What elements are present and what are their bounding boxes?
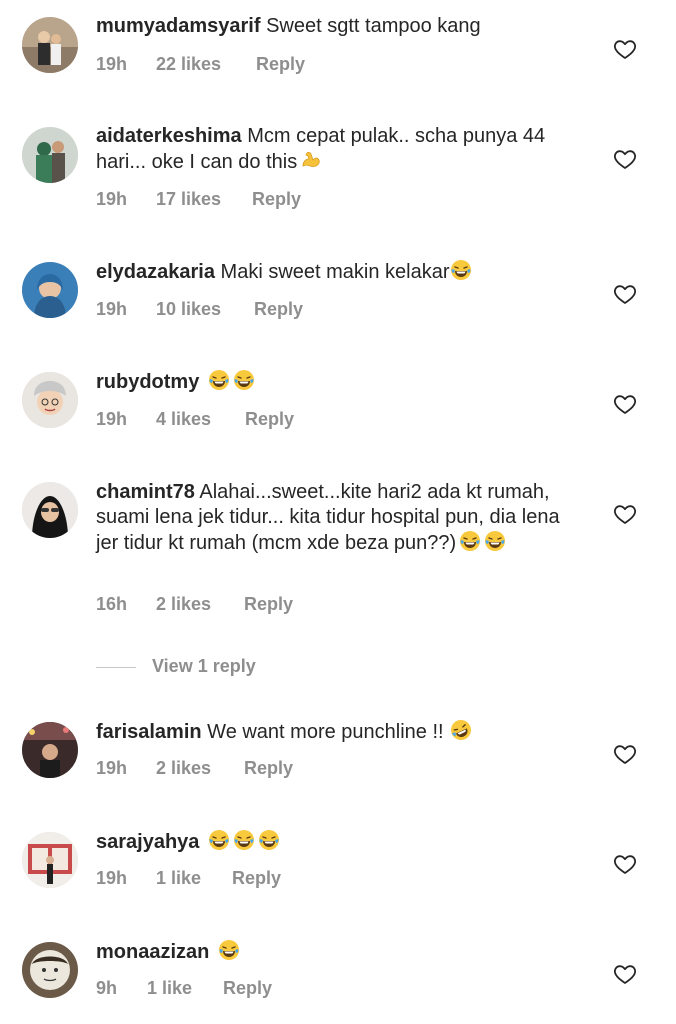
comment-body: sarajyahya (96, 829, 586, 855)
comment-time: 9h (96, 978, 118, 998)
tears-of-joy-icon (233, 829, 255, 851)
reply-button[interactable]: Reply (254, 299, 303, 320)
view-replies-button[interactable]: View 1 reply (96, 656, 256, 677)
comment-username[interactable]: monaazizan (96, 941, 209, 963)
avatar[interactable] (22, 127, 78, 183)
comment-body: rubydotmy (96, 369, 586, 395)
heart-outline-icon[interactable] (613, 147, 637, 171)
comment-likes[interactable]: 17 likes (156, 189, 252, 210)
avatar[interactable] (22, 832, 78, 888)
comment-likes[interactable]: 10 likes (156, 299, 254, 320)
comment-time: 19h (96, 868, 128, 888)
heart-outline-icon[interactable] (613, 742, 637, 766)
comment-meta: 19h 17 likes Reply (96, 189, 301, 210)
avatar[interactable] (22, 262, 78, 318)
heart-outline-icon[interactable] (613, 282, 637, 306)
comment-likes[interactable]: 2 likes (156, 594, 244, 615)
comment-meta: 9h 1 like Reply (96, 978, 272, 999)
comment-body: monaazizan (96, 939, 586, 965)
tears-of-joy-icon (233, 369, 255, 391)
comment-time: 16h (96, 594, 128, 614)
divider-line (96, 666, 136, 668)
comment-meta: 16h 2 likes Reply (96, 594, 293, 615)
reply-button[interactable]: Reply (223, 978, 272, 999)
comment-meta: 19h 2 likes Reply (96, 758, 293, 779)
comment-likes[interactable]: 22 likes (156, 54, 256, 75)
tears-of-joy-icon (459, 530, 481, 552)
comment-time: 19h (96, 758, 128, 778)
comment-body: farisalamin We want more punchline !! (96, 719, 586, 745)
avatar[interactable] (22, 17, 78, 73)
comment-time: 19h (96, 409, 128, 429)
comment-username[interactable]: farisalamin (96, 721, 202, 743)
comment-time: 19h (96, 189, 128, 209)
comment-meta: 19h 22 likes Reply (96, 54, 305, 75)
reply-button[interactable]: Reply (245, 409, 294, 430)
heart-outline-icon[interactable] (613, 392, 637, 416)
comment-likes[interactable]: 1 like (147, 978, 223, 999)
tears-of-joy-icon (484, 530, 506, 552)
flexed-biceps-icon (300, 149, 322, 171)
rolling-on-floor-laughing-icon (450, 719, 472, 741)
avatar[interactable] (22, 482, 78, 538)
tears-of-joy-icon (208, 829, 230, 851)
comment-meta: 19h 10 likes Reply (96, 299, 303, 320)
heart-outline-icon[interactable] (613, 962, 637, 986)
comment-meta: 19h 4 likes Reply (96, 409, 294, 430)
avatar[interactable] (22, 942, 78, 998)
reply-button[interactable]: Reply (232, 868, 281, 889)
tears-of-joy-icon (450, 259, 472, 281)
reply-button[interactable]: Reply (244, 758, 293, 779)
comment-text: Sweet sgtt tampoo kang (266, 15, 481, 37)
heart-outline-icon[interactable] (613, 37, 637, 61)
avatar[interactable] (22, 722, 78, 778)
comment-time: 19h (96, 54, 128, 74)
comment-body: aidaterkeshima Mcm cepat pulak.. scha pu… (96, 124, 586, 175)
comment-body: elydazakaria Maki sweet makin kelakar (96, 259, 586, 285)
comment-text: Maki sweet makin kelakar (220, 261, 450, 283)
reply-button[interactable]: Reply (256, 54, 305, 75)
reply-button[interactable]: Reply (252, 189, 301, 210)
comment-username[interactable]: rubydotmy (96, 371, 199, 393)
heart-outline-icon[interactable] (613, 502, 637, 526)
tears-of-joy-icon (258, 829, 280, 851)
comment-username[interactable]: mumyadamsyarif (96, 15, 261, 37)
tears-of-joy-icon (208, 369, 230, 391)
comment-body: mumyadamsyarif Sweet sgtt tampoo kang (96, 14, 586, 39)
comment-username[interactable]: elydazakaria (96, 261, 215, 283)
comment-text: We want more punchline !! (207, 721, 444, 743)
comment-username[interactable]: sarajyahya (96, 831, 199, 853)
comment-meta: 19h 1 like Reply (96, 868, 281, 889)
comment-likes[interactable]: 4 likes (156, 409, 245, 430)
comment-username[interactable]: aidaterkeshima (96, 125, 242, 147)
comment-likes[interactable]: 1 like (156, 868, 232, 889)
avatar[interactable] (22, 372, 78, 428)
comment-likes[interactable]: 2 likes (156, 758, 244, 779)
tears-of-joy-icon (218, 939, 240, 961)
comment-username[interactable]: chamint78 (96, 481, 195, 503)
heart-outline-icon[interactable] (613, 852, 637, 876)
comment-body: chamint78 Alahai...sweet...kite hari2 ad… (96, 480, 586, 556)
reply-button[interactable]: Reply (244, 594, 293, 615)
view-replies-label: View 1 reply (152, 656, 256, 676)
comment-time: 19h (96, 299, 128, 319)
